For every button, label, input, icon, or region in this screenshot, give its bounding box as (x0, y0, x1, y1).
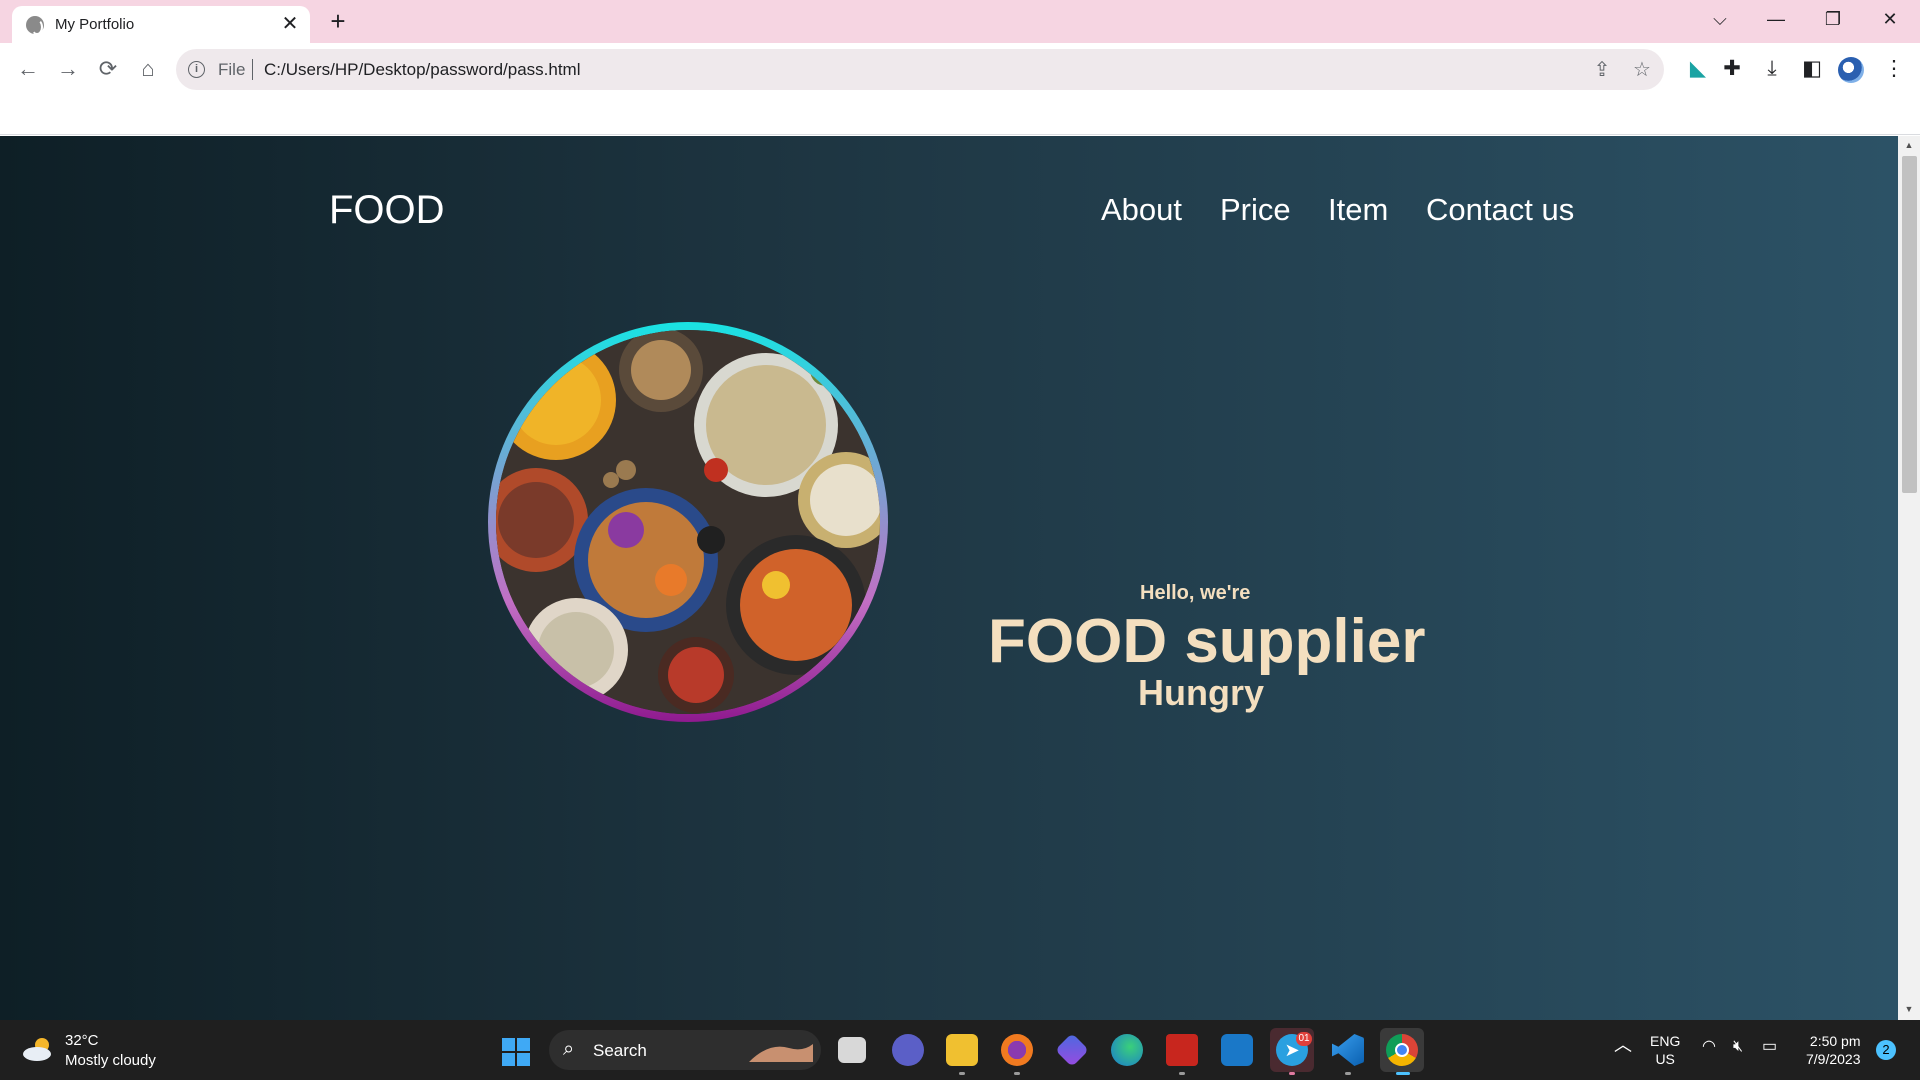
vscode-icon[interactable] (1332, 1034, 1364, 1066)
home-button[interactable]: ⌂ (132, 53, 164, 85)
page-viewport: FOOD About Price Item Contact us Hello, … (0, 136, 1898, 1020)
weather-temperature[interactable]: 32°C (65, 1032, 99, 1049)
telegram-taskbar-slot[interactable]: ➤ 01 (1270, 1028, 1314, 1072)
battery-icon[interactable]: ▭ (1762, 1038, 1777, 1056)
clock-time: 2:50 pm (1809, 1033, 1861, 1049)
language-indicator[interactable]: ENG US (1650, 1032, 1680, 1068)
menu-kebab-icon[interactable]: ⋮ (1880, 55, 1908, 83)
windows-start-icon[interactable] (502, 1038, 530, 1066)
mail-icon[interactable] (1221, 1034, 1253, 1066)
running-indicator (959, 1072, 965, 1075)
chrome-icon (1386, 1034, 1418, 1066)
hero-greeting: Hello, we're (1140, 582, 1251, 604)
power-automate-icon[interactable] (1055, 1033, 1089, 1067)
new-tab-button[interactable]: + (324, 7, 352, 35)
region-code: US (1655, 1051, 1675, 1067)
telegram-badge: 01 (1296, 1032, 1312, 1046)
search-highlight-illustration (749, 1044, 813, 1062)
address-bar[interactable]: i File C:/Users/HP/Desktop/password/pass… (176, 49, 1664, 90)
tab-search-chevron-icon[interactable]: ⌵ (1702, 6, 1738, 32)
forward-button[interactable]: → (52, 53, 84, 85)
teams-chat-icon[interactable] (892, 1034, 924, 1066)
nav-item[interactable]: Item (1328, 192, 1388, 228)
profile-avatar[interactable] (1838, 57, 1864, 83)
url-separator (252, 59, 253, 80)
extension-icon[interactable]: ◣ (1684, 55, 1712, 83)
windows-taskbar: 32°C Mostly cloudy ⌕ Search ➤ 01 ︿ ENG U… (0, 1020, 1920, 1080)
edge-browser-icon[interactable] (1111, 1034, 1143, 1066)
reload-button[interactable]: ⟳ (92, 53, 124, 85)
site-logo[interactable]: FOOD (329, 188, 445, 233)
url-text[interactable]: C:/Users/HP/Desktop/password/pass.html (264, 60, 581, 80)
globe-icon (26, 16, 44, 35)
tab-strip: My Portfolio ✕ + ⌵ — ❐ ✕ (0, 0, 1920, 43)
running-indicator (1345, 1072, 1351, 1075)
chrome-taskbar-slot[interactable] (1380, 1028, 1424, 1072)
nav-contact-us[interactable]: Contact us (1426, 192, 1574, 228)
food-bowls-illustration (496, 330, 880, 714)
file-explorer-icon[interactable] (946, 1034, 978, 1066)
firefox-icon[interactable] (1001, 1034, 1033, 1066)
side-panel-icon[interactable]: ◧ (1798, 55, 1826, 83)
puzzle-extensions-icon[interactable]: ✚ (1718, 55, 1746, 83)
wifi-icon[interactable]: ◠ (1702, 1038, 1716, 1056)
wps-office-icon[interactable] (1166, 1034, 1198, 1066)
search-label: Search (593, 1041, 647, 1060)
show-hidden-icons-chevron-icon[interactable]: ︿ (1614, 1036, 1632, 1054)
share-icon[interactable]: ⇪ (1590, 58, 1614, 82)
clock[interactable]: 2:50 pm 7/9/2023 (1806, 1032, 1861, 1068)
hero-tagline: Hungry (1138, 672, 1264, 713)
weather-condition[interactable]: Mostly cloudy (65, 1052, 156, 1069)
tab-my-portfolio[interactable]: My Portfolio ✕ (12, 6, 310, 43)
scroll-down-arrow-icon[interactable]: ▼ (1902, 1004, 1916, 1016)
nav-price[interactable]: Price (1220, 192, 1291, 228)
running-indicator (1014, 1072, 1020, 1075)
vertical-scrollbar[interactable]: ▲ ▼ (1898, 136, 1920, 1020)
download-icon[interactable]: ⤓ (1758, 55, 1786, 83)
food-photo (496, 330, 880, 714)
scroll-up-arrow-icon[interactable]: ▲ (1902, 140, 1916, 152)
nav-about[interactable]: About (1101, 192, 1182, 228)
running-indicator (1289, 1072, 1295, 1075)
minimize-button[interactable]: — (1758, 6, 1794, 32)
search-icon: ⌕ (563, 1038, 575, 1060)
active-indicator (1396, 1072, 1410, 1075)
bookmark-star-icon[interactable]: ☆ (1630, 58, 1654, 82)
speaker-muted-icon[interactable]: 🔇︎ (1733, 1038, 1743, 1056)
language-code: ENG (1650, 1033, 1681, 1049)
site-info-icon[interactable]: i (188, 61, 205, 78)
scrollbar-thumb[interactable] (1902, 156, 1917, 493)
restore-button[interactable]: ❐ (1815, 6, 1851, 32)
url-scheme-label: File (218, 60, 246, 79)
bookmark-bar (0, 92, 1920, 135)
back-button[interactable]: ← (12, 53, 44, 85)
close-window-button[interactable]: ✕ (1872, 6, 1908, 32)
notification-count-badge[interactable]: 2 (1876, 1040, 1896, 1060)
close-tab-icon[interactable]: ✕ (280, 14, 300, 34)
hero-headline: FOOD supplier (988, 607, 1426, 676)
browser-toolbar: ← → ⟳ ⌂ i File C:/Users/HP/Desktop/passw… (0, 43, 1920, 92)
taskbar-search-box[interactable]: ⌕ Search (549, 1030, 821, 1070)
clock-date: 7/9/2023 (1806, 1051, 1861, 1067)
tab-title: My Portfolio (55, 16, 135, 33)
cloudy-weather-icon[interactable] (22, 1036, 56, 1062)
task-view-icon[interactable] (838, 1037, 866, 1063)
running-indicator (1179, 1072, 1185, 1075)
food-image-frame (488, 322, 888, 722)
